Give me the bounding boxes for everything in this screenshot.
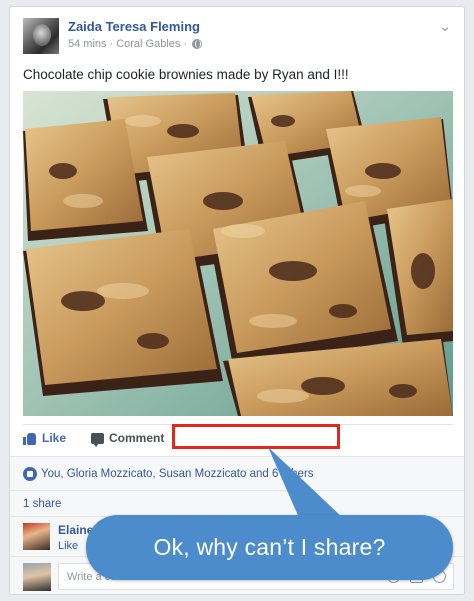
- like-button[interactable]: Like: [23, 431, 66, 445]
- avatar-face: [33, 24, 51, 46]
- meta-separator: ·: [109, 38, 114, 50]
- reactions-text[interactable]: You, Gloria Mozzicato, Susan Mozzicato a…: [41, 468, 314, 480]
- reactions-summary[interactable]: You, Gloria Mozzicato, Susan Mozzicato a…: [10, 456, 464, 490]
- comment-label: Comment: [109, 431, 165, 445]
- post-card: Zaida Teresa Fleming 54 mins · Coral Gab…: [9, 6, 465, 595]
- callout-text: Ok, why can’t I share?: [153, 534, 386, 560]
- comment-like-link[interactable]: Like: [58, 540, 78, 552]
- like-label: Like: [42, 431, 67, 445]
- brownies-photo: [23, 91, 453, 416]
- commenter-avatar[interactable]: [23, 523, 50, 550]
- meta-separator: ·: [183, 38, 188, 50]
- post-photo[interactable]: [23, 91, 453, 416]
- post-location[interactable]: Coral Gables: [116, 38, 180, 50]
- comment-button[interactable]: Comment: [91, 431, 165, 447]
- globe-icon: [192, 39, 203, 49]
- comment-icon: [91, 432, 104, 447]
- shares-count[interactable]: 1 share: [23, 498, 61, 510]
- post-text: Chocolate chip cookie brownies made by R…: [23, 67, 349, 82]
- author-avatar[interactable]: [23, 18, 59, 54]
- post-time[interactable]: 54 mins: [68, 38, 107, 50]
- author-name[interactable]: Zaida Teresa Fleming: [68, 19, 200, 34]
- shares-summary: 1 share: [10, 490, 464, 516]
- chevron-down-icon[interactable]: ⌄: [439, 18, 451, 35]
- post-header: Zaida Teresa Fleming 54 mins · Coral Gab…: [23, 18, 453, 58]
- missing-share-button-highlight: [172, 424, 340, 449]
- viewer-avatar: [23, 563, 51, 591]
- callout-bubble: Ok, why can’t I share?: [86, 515, 453, 580]
- post-meta: 54 mins · Coral Gables ·: [68, 38, 203, 50]
- like-reaction-icon: [23, 467, 37, 481]
- thumbs-up-icon: [23, 432, 37, 445]
